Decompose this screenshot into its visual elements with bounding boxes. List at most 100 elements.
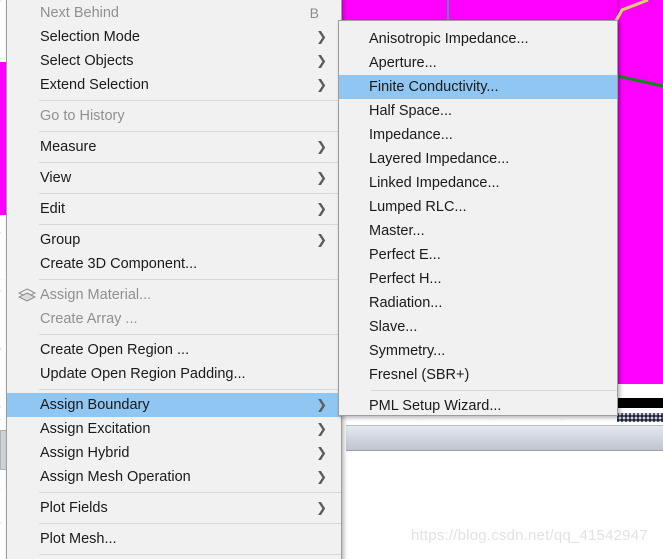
menu-separator	[39, 193, 341, 194]
menu-item-assign-material: Assign Material...	[7, 283, 341, 307]
menu-item-label: Assign Boundary	[40, 397, 150, 413]
menu-item-assign-boundary[interactable]: Assign Boundary ❯	[7, 393, 341, 417]
chevron-right-icon: ❯	[316, 53, 327, 69]
chevron-right-icon: ❯	[316, 421, 327, 437]
menu-separator	[39, 523, 341, 524]
panel-titlebar[interactable]	[346, 425, 663, 451]
menu-item-group[interactable]: Group ❯	[7, 228, 341, 252]
green-edge-svg	[617, 74, 663, 88]
menu-item-pml-setup-wizard[interactable]: PML Setup Wizard...	[339, 394, 617, 418]
menu-item-label: PML Setup Wizard...	[369, 398, 502, 414]
chevron-right-icon: ❯	[316, 29, 327, 45]
menu-item-assign-mesh-operation[interactable]: Assign Mesh Operation ❯	[7, 465, 341, 489]
menu-item-label: Lumped RLC...	[369, 199, 467, 215]
menu-item-assign-hybrid[interactable]: Assign Hybrid ❯	[7, 441, 341, 465]
watermark-text: https://blog.csdn.net/qq_41542947	[411, 527, 648, 544]
menu-separator	[39, 100, 341, 101]
chevron-right-icon: ❯	[316, 201, 327, 217]
chevron-right-icon: ❯	[316, 139, 327, 155]
menu-item-label: Group	[40, 232, 81, 248]
menu-item-create-3d-component[interactable]: Create 3D Component...	[7, 252, 341, 276]
menu-item-assign-excitation[interactable]: Assign Excitation ❯	[7, 417, 341, 441]
black-edge-bar	[617, 398, 663, 408]
menu-item-label: Assign Hybrid	[40, 445, 130, 461]
menu-item-label: Measure	[40, 139, 97, 155]
menu-item-anisotropic-impedance[interactable]: Anisotropic Impedance...	[339, 27, 617, 51]
menu-item-label: Assign Excitation	[40, 421, 151, 437]
menu-separator	[39, 131, 341, 132]
object-seam-line	[447, 0, 449, 20]
menu-item-select-objects[interactable]: Select Objects ❯	[7, 49, 341, 73]
menu-separator	[39, 334, 341, 335]
chevron-right-icon: ❯	[316, 445, 327, 461]
menu-item-update-open-region-padding[interactable]: Update Open Region Padding...	[7, 362, 341, 386]
material-layers-icon	[17, 288, 37, 302]
menu-item-create-open-region[interactable]: Create Open Region ...	[7, 338, 341, 362]
menu-item-label: Create Array ...	[40, 311, 138, 327]
menu-item-shortcut: B	[309, 5, 319, 21]
menu-item-label: Edit	[40, 201, 65, 217]
menu-item-impedance[interactable]: Impedance...	[339, 123, 617, 147]
menu-item-label: Half Space...	[369, 103, 453, 119]
menu-item-view[interactable]: View ❯	[7, 166, 341, 190]
context-menu-item-list: Next Behind B Selection Mode ❯ Select Object…	[7, 1, 341, 555]
application-screenshot: https://blog.csdn.net/qq_41542947 Next B…	[0, 0, 663, 559]
chevron-right-icon: ❯	[316, 397, 327, 413]
menu-item-label: Create Open Region ...	[40, 342, 190, 358]
menu-item-measure[interactable]: Measure ❯	[7, 135, 341, 159]
menu-item-go-to-history: Go to History	[7, 104, 341, 128]
menu-item-label: Next Behind	[40, 5, 119, 21]
modeler-context-menu[interactable]: Next Behind B Selection Mode ❯ Select Object…	[6, 0, 342, 559]
menu-item-master[interactable]: Master...	[339, 219, 617, 243]
menu-item-label: Impedance...	[369, 127, 453, 143]
chevron-right-icon: ❯	[316, 500, 327, 516]
menu-item-label: Layered Impedance...	[369, 151, 510, 167]
menu-item-selection-mode[interactable]: Selection Mode ❯	[7, 25, 341, 49]
menu-item-symmetry[interactable]: Symmetry...	[339, 339, 617, 363]
menu-item-label: View	[40, 170, 72, 186]
menu-item-label: Extend Selection	[40, 77, 149, 93]
green-edge-line	[617, 74, 663, 88]
menu-item-label: Selection Mode	[40, 29, 140, 45]
menu-item-edit[interactable]: Edit ❯	[7, 197, 341, 221]
menu-item-fresnel-sbr[interactable]: Fresnel (SBR+)	[339, 363, 617, 387]
menu-item-perfect-e[interactable]: Perfect E...	[339, 243, 617, 267]
menu-item-label: Master...	[369, 223, 425, 239]
menu-item-next-behind: Next Behind B	[7, 1, 341, 25]
menu-item-label: Update Open Region Padding...	[40, 366, 246, 382]
menu-item-label: Go to History	[40, 108, 125, 124]
menu-item-finite-conductivity[interactable]: Finite Conductivity...	[339, 75, 617, 99]
menu-item-plot-mesh[interactable]: Plot Mesh...	[7, 527, 341, 551]
hatched-boundary-strip	[617, 413, 663, 422]
magenta-object-face-right	[617, 0, 663, 384]
assign-boundary-submenu[interactable]: Anisotropic Impedance... Aperture... Finit…	[338, 20, 618, 416]
menu-item-half-space[interactable]: Half Space...	[339, 99, 617, 123]
menu-separator	[371, 390, 617, 391]
menu-item-plot-fields[interactable]: Plot Fields ❯	[7, 496, 341, 520]
menu-item-label: Linked Impedance...	[369, 175, 500, 191]
menu-item-extend-selection[interactable]: Extend Selection ❯	[7, 73, 341, 97]
submenu-item-list: Anisotropic Impedance... Aperture... Finit…	[339, 27, 617, 418]
menu-item-label: Plot Mesh...	[40, 531, 117, 547]
chevron-right-icon: ❯	[316, 469, 327, 485]
menu-item-label: Perfect E...	[369, 247, 441, 263]
menu-item-create-array: Create Array ...	[7, 307, 341, 331]
menu-item-label: Select Objects	[40, 53, 134, 69]
menu-item-aperture[interactable]: Aperture...	[339, 51, 617, 75]
menu-item-label: Aperture...	[369, 55, 437, 71]
menu-item-label: Slave...	[369, 319, 418, 335]
menu-item-label: Fresnel (SBR+)	[369, 367, 470, 383]
menu-item-slave[interactable]: Slave...	[339, 315, 617, 339]
menu-item-radiation[interactable]: Radiation...	[339, 291, 617, 315]
menu-separator	[39, 224, 341, 225]
menu-item-label: Plot Fields	[40, 500, 108, 516]
menu-item-label: Radiation...	[369, 295, 443, 311]
menu-item-layered-impedance[interactable]: Layered Impedance...	[339, 147, 617, 171]
menu-item-lumped-rlc[interactable]: Lumped RLC...	[339, 195, 617, 219]
menu-separator	[39, 492, 341, 493]
menu-separator	[39, 389, 341, 390]
menu-item-label: Create 3D Component...	[40, 256, 198, 272]
menu-item-linked-impedance[interactable]: Linked Impedance...	[339, 171, 617, 195]
chevron-right-icon: ❯	[316, 170, 327, 186]
menu-item-perfect-h[interactable]: Perfect H...	[339, 267, 617, 291]
